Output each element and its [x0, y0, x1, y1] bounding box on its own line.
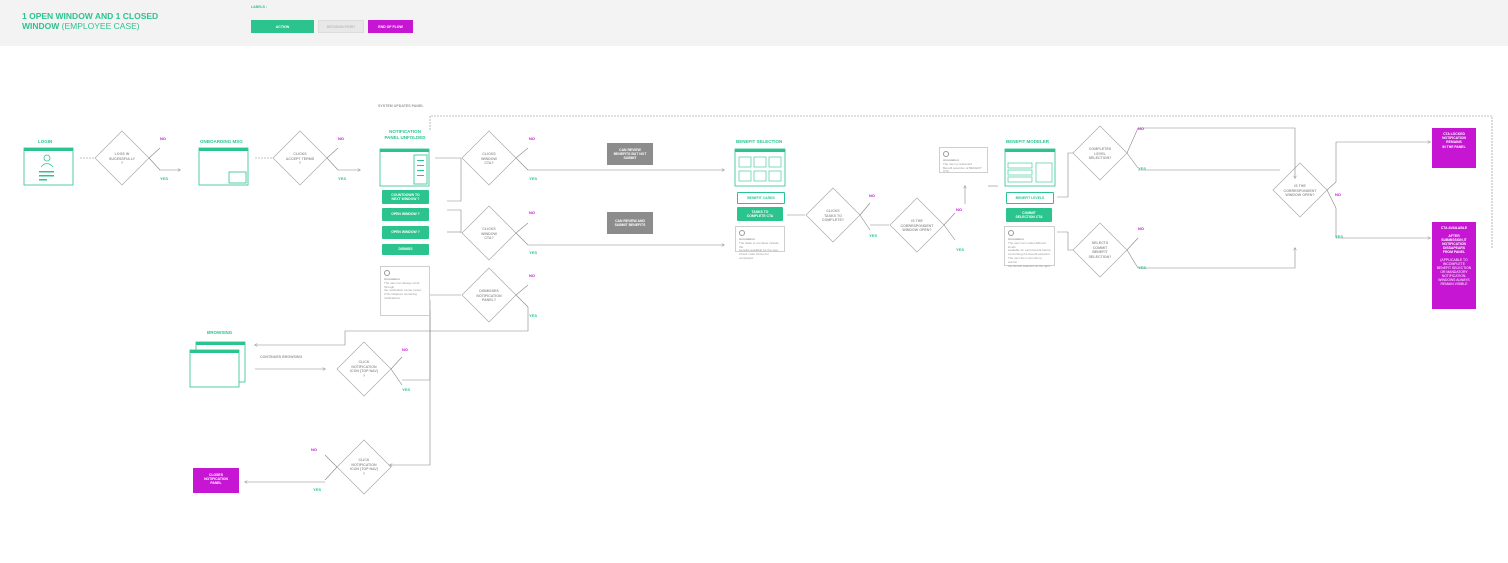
- yes-label: YES: [1138, 166, 1147, 171]
- notification-screen-mock: [379, 148, 430, 187]
- no-label: NO: [160, 136, 166, 141]
- decision-cta-1: CLICKS WINDOW CTA?: [481, 152, 497, 166]
- no-label: NO: [311, 447, 317, 452]
- info-icon: [739, 230, 745, 236]
- benefit-annotation: Annotation The tasks to complete include …: [735, 226, 785, 260]
- yes-label: YES: [1335, 234, 1344, 239]
- window-annotation: Annotation The user is redirected Benefit …: [939, 147, 988, 173]
- decision-window-open-1: IS THE CORRESPONDENT WINDOW OPEN?: [900, 219, 934, 233]
- yes-label: YES: [869, 233, 878, 238]
- yes-label: YES: [313, 487, 322, 492]
- decision-tasks-complete: CLICKS TASKS TO COMPLETE?: [821, 209, 845, 223]
- decision-click-notif-1: CLICK NOTIFICATION ICON (TOP NAV)?: [350, 360, 378, 378]
- info-icon: [943, 151, 949, 157]
- modeler-annotation: Annotation The user can model different l…: [1004, 226, 1055, 267]
- browsing-label: BROWSING: [207, 330, 233, 335]
- decision-click-notif-2: CLICK NOTIFICATION ICON (TOP NAV)?: [350, 458, 378, 476]
- login-label: LOGIN: [38, 139, 53, 144]
- yes-label: YES: [956, 247, 965, 252]
- notification-annotation: Annotation The user can always scroll thr…: [380, 266, 430, 316]
- decision-commit-selection: SELECTS COMMIT BENEFIT SELECTION?: [1088, 241, 1112, 259]
- closes-panel-end: CLOSES NOTIFICATION PANEL: [193, 468, 239, 493]
- no-label: NO: [529, 210, 535, 215]
- yes-label: YES: [529, 250, 538, 255]
- yes-label: YES: [529, 313, 538, 318]
- yes-label: YES: [529, 176, 538, 181]
- no-label: NO: [338, 136, 344, 141]
- no-label: NO: [956, 207, 962, 212]
- info-icon: [1008, 230, 1014, 236]
- yes-label: YES: [160, 176, 169, 181]
- can-review-box: CAN REVIEW BENEFITS BUT NOT SUBMIT: [607, 143, 653, 165]
- benefit-cards-button[interactable]: BENEFIT CARDS: [737, 192, 785, 204]
- dismiss-button[interactable]: DISMISS: [382, 244, 429, 255]
- yes-label: YES: [1138, 265, 1147, 270]
- benefit-modeler-label: BENEFIT MODELER: [1006, 139, 1050, 144]
- onboarding-label: ONBOARDING MSG: [200, 139, 243, 144]
- continues-browsing-label: CONTINUES BROWSING: [260, 355, 303, 359]
- notification-panel-label: NOTIFICATION PANEL UNFOLDED: [384, 129, 426, 140]
- decision-logs-in: LOGS IN SUCESSFULLY?: [108, 152, 136, 166]
- info-icon: [384, 270, 390, 276]
- cta-available-end: CTA AVAILABLE AFTER SUBMISSION,IT NOTIFICA…: [1432, 222, 1476, 309]
- onboarding-screen-mock: [198, 147, 249, 186]
- countdown-button[interactable]: COUNTDOWN TO NEXT WINDOW ?: [382, 190, 429, 204]
- benefit-selection-label: BENEFIT SELECTION: [736, 139, 783, 144]
- no-label: NO: [529, 273, 535, 278]
- no-label: NO: [1335, 192, 1341, 197]
- can-review-submit-box: CAN REVIEW AND SUBMIT BENEFITS: [607, 212, 653, 234]
- decision-cta-2: CLICKS WINDOW CTA?: [481, 227, 497, 241]
- open-window-button-2[interactable]: OPEN WINDOW ?: [382, 226, 429, 239]
- no-label: NO: [1138, 226, 1144, 231]
- system-updates-label: SYSTEM UPDATES PANEL: [378, 104, 424, 108]
- no-label: NO: [529, 136, 535, 141]
- commit-selection-button[interactable]: COMMIT SELECTION CTA: [1006, 208, 1052, 222]
- open-window-button-1[interactable]: OPEN WINDOW ?: [382, 208, 429, 221]
- login-screen-mock: [23, 147, 74, 186]
- browsing-screen-mock: [189, 341, 246, 388]
- benefit-modeler-screen-mock: [1004, 148, 1056, 187]
- benefit-selection-screen-mock: [734, 148, 786, 187]
- no-label: NO: [402, 347, 408, 352]
- cta-locked-end: CTA LOCKED NOTIFICATION REMAINS IN THE PANE…: [1432, 128, 1476, 168]
- yes-label: YES: [402, 387, 411, 392]
- decision-dismiss: DISMISSES NOTIFICATION PANEL?: [476, 289, 502, 303]
- no-label: NO: [1138, 126, 1144, 131]
- decision-accept-terms: CLICKS ACCEPT TERMS?: [285, 152, 315, 166]
- tasks-to-complete-button[interactable]: TASKS TO COMPLETE CTA: [737, 207, 783, 221]
- benefit-levels-button[interactable]: BENEFIT LEVELS: [1006, 192, 1054, 204]
- decision-window-open-2: IS THE CORRESPONDENT WINDOW OPEN?: [1283, 184, 1317, 198]
- no-label: NO: [869, 193, 875, 198]
- decision-completes-level: COMPLETES LEVEL SELECTION?: [1088, 147, 1112, 161]
- yes-label: YES: [338, 176, 347, 181]
